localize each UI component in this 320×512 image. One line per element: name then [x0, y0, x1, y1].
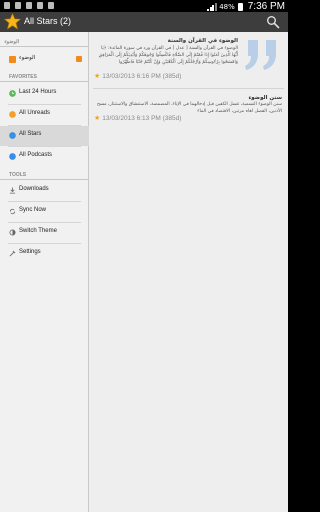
article-meta: ★ 13/03/2013 6:13 PM (385d) [94, 114, 181, 122]
list-item[interactable]: الوضوء في القرآن والسنة الوضوء في القرآن… [89, 32, 288, 87]
feeds-section-header: الوضوء [0, 37, 89, 47]
notification-icon [4, 2, 10, 9]
search-icon[interactable] [266, 15, 280, 29]
list-item[interactable]: سنن الوضوء سنن الوضوء التسمية، غسل الكفي… [89, 89, 288, 139]
download-icon [9, 187, 16, 194]
article-snippet: الوضوء في القرآن والسنة [ عدل ] في القرآ… [98, 46, 238, 66]
rss-icon [76, 56, 82, 62]
page-title: All Stars (2) [24, 16, 72, 26]
star-icon[interactable]: ★ [94, 115, 100, 122]
sidebar-item-label: Settings [19, 249, 41, 255]
quote-thumbnail-icon [245, 40, 276, 70]
settings-icon [9, 250, 16, 257]
sidebar-item-label: الوضوء [19, 55, 36, 61]
sidebar-item-feed[interactable]: الوضوء [0, 50, 89, 70]
star-icon[interactable]: ★ [94, 73, 100, 80]
sidebar-item-all-unreads[interactable]: All Unreads [0, 105, 89, 125]
podcast-blue-icon [9, 153, 16, 160]
sidebar-item-all-stars[interactable]: All Stars [0, 126, 89, 146]
status-bar: 48% 7:36 PM [0, 0, 288, 12]
article-title: الوضوء في القرآن والسنة [167, 38, 238, 44]
battery-icon [237, 2, 243, 11]
notification-icon [48, 2, 54, 9]
sidebar-item-label: Sync Now [19, 207, 47, 213]
article-date: 13/03/2013 6:13 PM (385d) [102, 115, 182, 122]
sidebar-item-label: All Stars [19, 131, 42, 137]
sidebar-item-settings[interactable]: Settings [0, 244, 89, 264]
notification-icon [37, 2, 43, 9]
sidebar-item-label: Last 24 Hours [19, 89, 57, 95]
sidebar-item-sync-now[interactable]: Sync Now [0, 202, 89, 222]
article-date: 13/03/2013 6:16 PM (385d) [102, 73, 182, 80]
sidebar-item-switch-theme[interactable]: Switch Theme [0, 223, 89, 243]
battery-percent: 48% [219, 2, 235, 11]
sidebar-item-downloads[interactable]: Downloads [0, 181, 89, 201]
theme-icon [9, 229, 16, 236]
sidebar-item-label: All Podcasts [19, 152, 53, 158]
unread-orange-icon [9, 111, 16, 118]
notification-icons [4, 2, 54, 9]
sidebar-item-label: All Unreads [19, 110, 51, 116]
sidebar-item-label: Switch Theme [19, 228, 57, 234]
notification-icon [15, 2, 21, 9]
tools-section-header: TOOLS [0, 170, 89, 180]
sync-icon [9, 208, 16, 215]
sidebar-item-all-podcasts[interactable]: All Podcasts [0, 147, 89, 167]
navigation-drawer: الوضوء الوضوء FAVORITES Last 24 Hours Al… [0, 32, 89, 512]
article-meta: ★ 13/03/2013 6:16 PM (385d) [94, 72, 181, 80]
clock-green-icon [9, 90, 16, 97]
notification-icon [26, 2, 32, 9]
action-bar: All Stars (2) [0, 12, 288, 32]
sidebar-item-label: Downloads [19, 186, 49, 192]
favorites-section-header: FAVORITES [0, 72, 89, 82]
article-list: الوضوء في القرآن والسنة الوضوء في القرآن… [89, 32, 288, 512]
folder-icon [9, 56, 16, 63]
star-icon[interactable] [4, 13, 21, 30]
sidebar-item-last-24-hours[interactable]: Last 24 Hours [0, 84, 89, 104]
status-right: 48% 7:36 PM [207, 1, 285, 12]
clock: 7:36 PM [247, 1, 285, 12]
star-blue-icon [9, 132, 16, 139]
signal-icon [207, 2, 217, 11]
